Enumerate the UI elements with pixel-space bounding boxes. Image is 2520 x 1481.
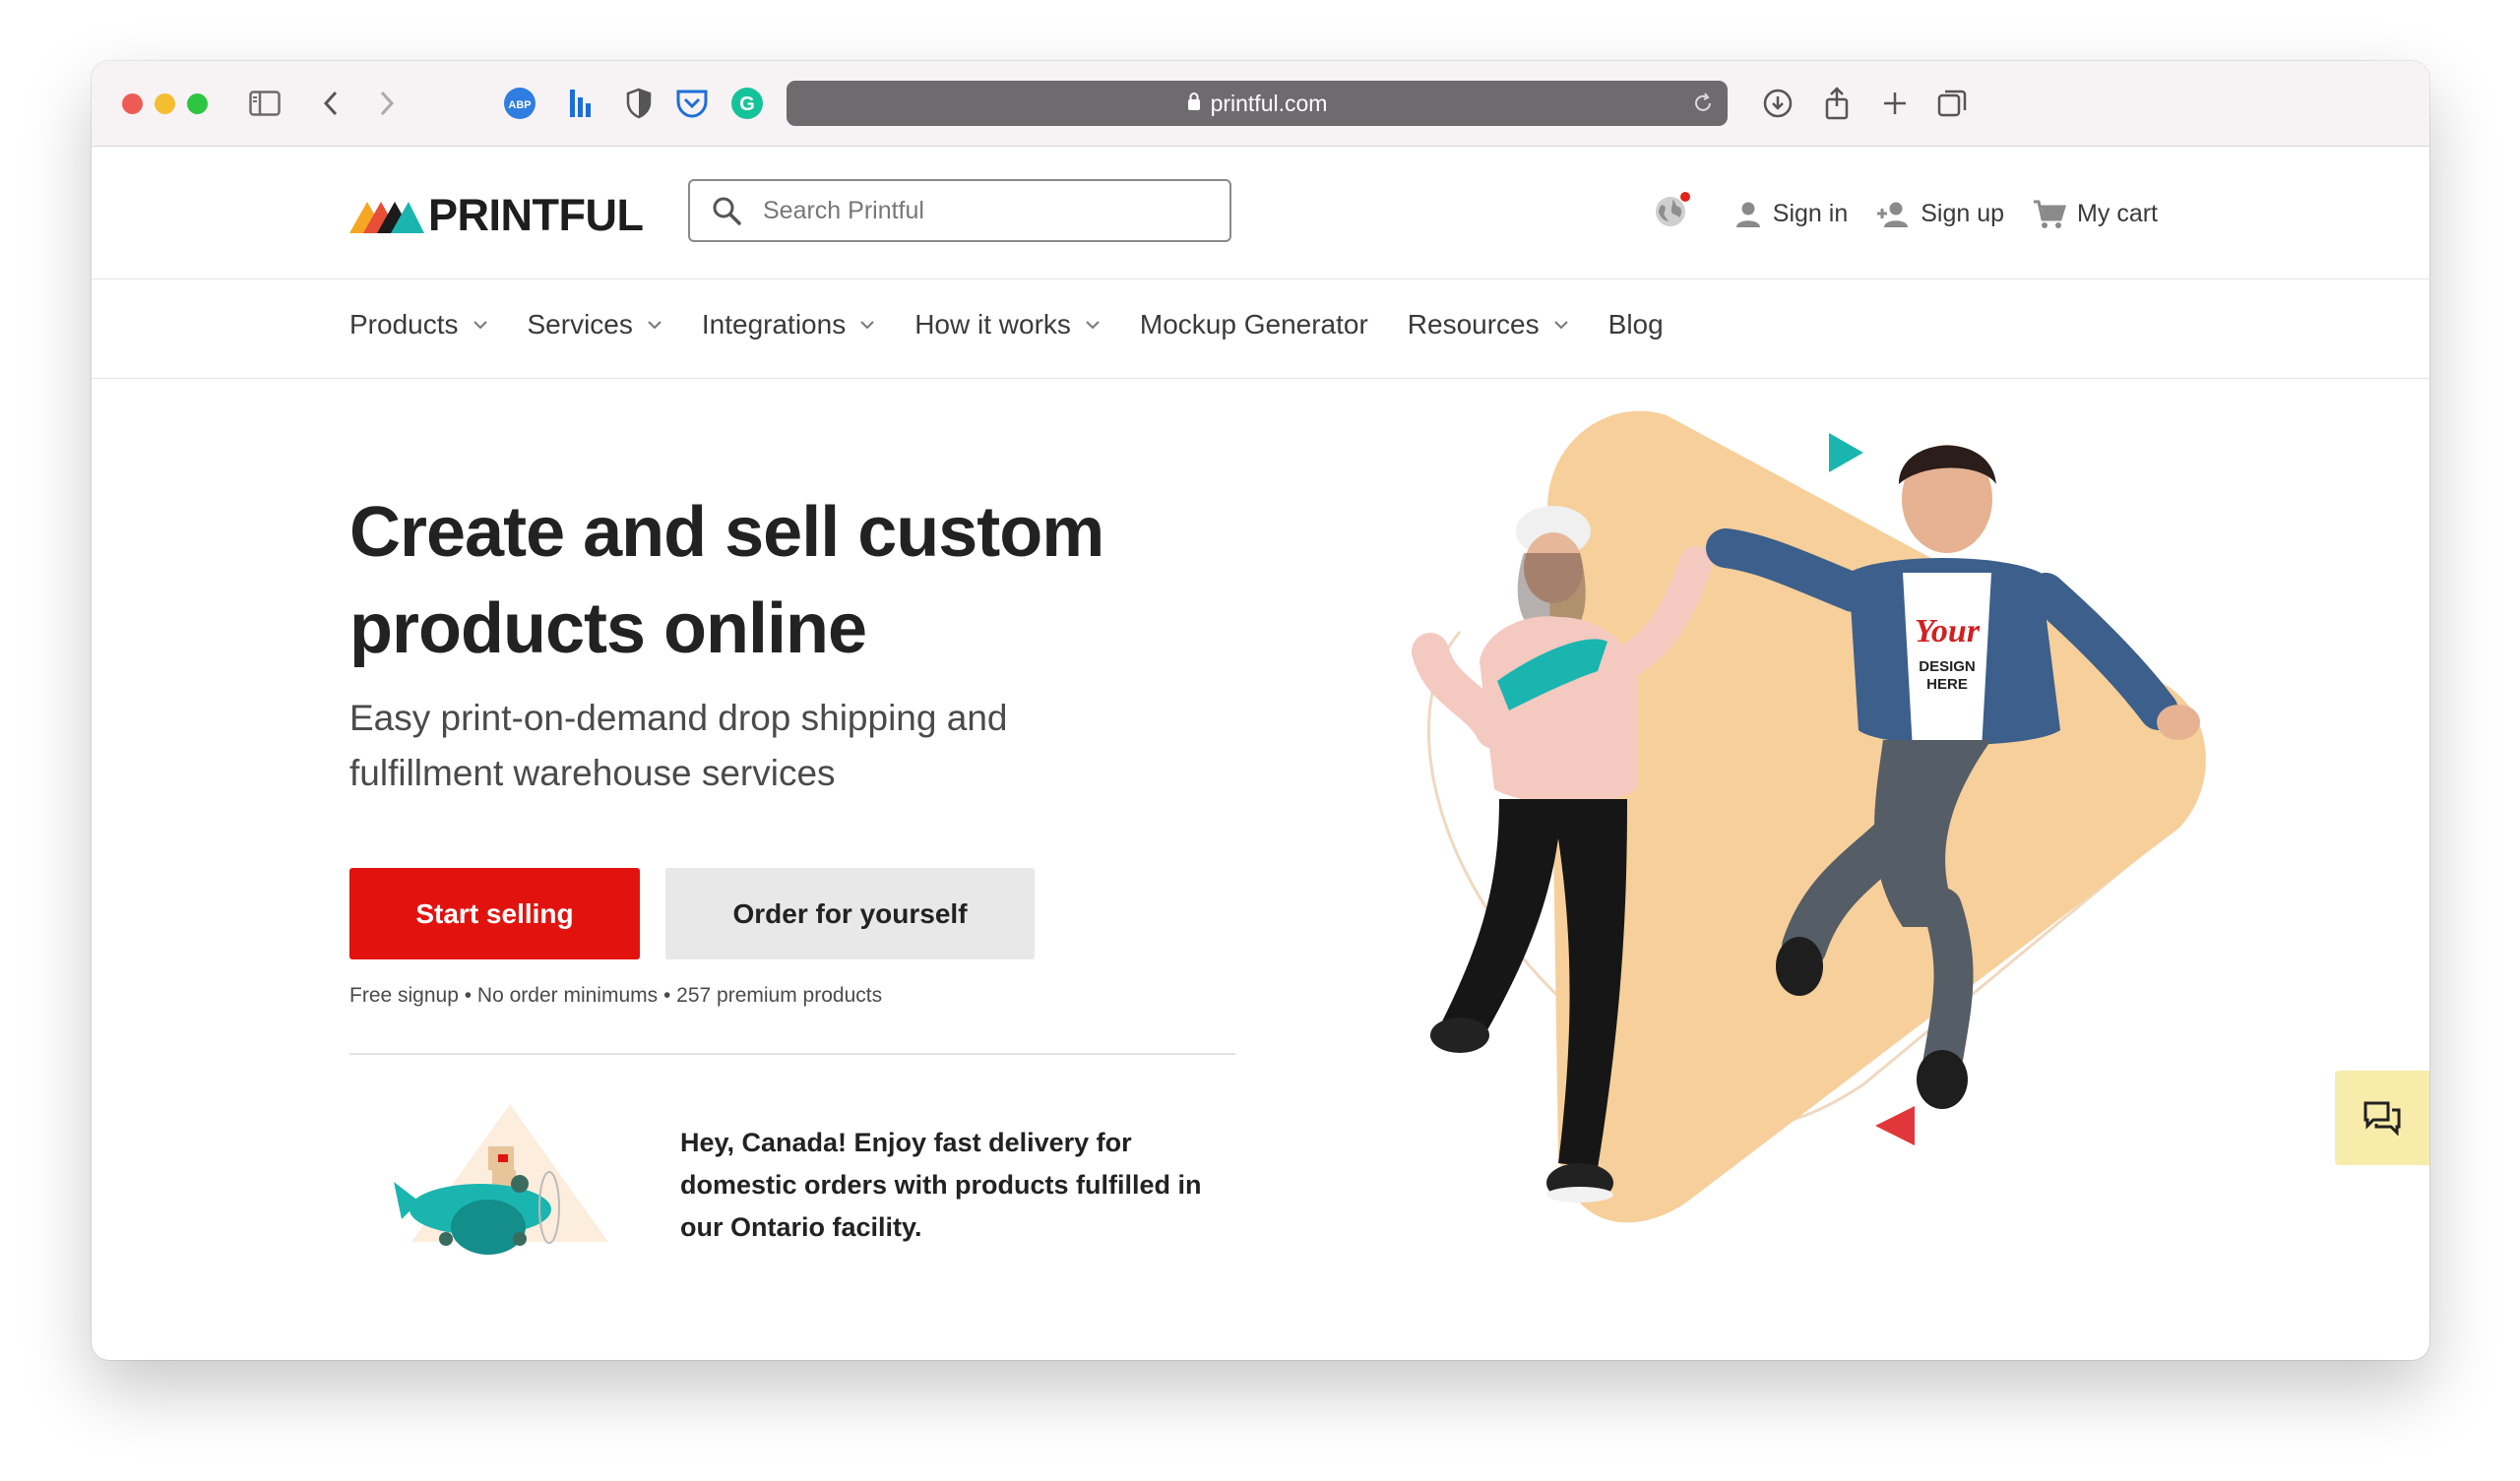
nav-item-label: Resources xyxy=(1407,309,1540,339)
header-actions: Sign in Sign up My cart xyxy=(1653,192,2158,234)
airplane-illustration xyxy=(372,1099,608,1276)
nav-item-services[interactable]: Services xyxy=(528,309,662,340)
logo-text: PRINTFUL xyxy=(428,190,644,240)
add-user-icon xyxy=(1877,202,1909,227)
nav-item-integrations[interactable]: Integrations xyxy=(702,309,875,340)
teal-play-icon xyxy=(1829,433,1863,472)
nav-item-how-it-works[interactable]: How it works xyxy=(914,309,1101,340)
chevron-down-icon xyxy=(472,320,488,330)
nav-item-mockup-generator[interactable]: Mockup Generator xyxy=(1140,309,1368,340)
chevron-down-icon xyxy=(647,320,662,330)
search-input[interactable] xyxy=(761,195,1198,226)
divider xyxy=(349,1053,1235,1055)
sign-up-link[interactable]: Sign up xyxy=(1875,200,2004,229)
sign-in-label: Sign in xyxy=(1772,200,1849,227)
user-icon xyxy=(1735,202,1760,227)
adblock-plus-icon[interactable]: ABP xyxy=(499,83,540,124)
printful-logo[interactable]: PRINTFUL xyxy=(349,190,644,241)
back-icon[interactable] xyxy=(310,83,351,124)
cart-icon xyxy=(2034,200,2067,228)
chevron-down-icon xyxy=(1085,320,1101,330)
address-bar[interactable]: printful.com xyxy=(787,81,1728,126)
svg-text:ABP: ABP xyxy=(508,99,531,111)
browser-toolbar: ABP G printful.com xyxy=(92,61,2429,147)
downloads-icon[interactable] xyxy=(1757,83,1798,124)
new-tab-icon[interactable] xyxy=(1874,83,1916,124)
chat-icon xyxy=(2363,1101,2401,1136)
pocket-icon[interactable] xyxy=(671,83,713,124)
sign-up-label: Sign up xyxy=(1921,200,2005,227)
privacy-shield-icon[interactable] xyxy=(618,83,660,124)
nav-item-label: Products xyxy=(349,309,459,339)
nav-items: Products Services Integrations How it works… xyxy=(349,309,1703,340)
red-triangle-icon xyxy=(1875,1106,1915,1145)
forward-icon[interactable] xyxy=(366,83,408,124)
share-icon[interactable] xyxy=(1816,83,1858,124)
grammarly-icon[interactable]: G xyxy=(726,83,768,124)
hero-subtitle: Easy print-on-demand drop shipping and f… xyxy=(349,698,1008,793)
cart-label: My cart xyxy=(2077,200,2158,227)
browser-window: ABP G printful.com PRINTFUL Search Print… xyxy=(92,61,2429,1360)
chat-button[interactable] xyxy=(2335,1071,2429,1165)
chevron-down-icon xyxy=(859,320,875,330)
sidebar-toggle-icon[interactable] xyxy=(244,83,285,124)
order-for-yourself-button[interactable]: Order for yourself xyxy=(665,868,1035,959)
globe-icon[interactable] xyxy=(1653,192,1690,234)
minimize-window-button[interactable] xyxy=(155,93,175,114)
search-icon xyxy=(712,196,741,225)
tab-overview-icon[interactable] xyxy=(1931,83,1973,124)
nav-item-resources[interactable]: Resources xyxy=(1408,309,1569,340)
notification-dot xyxy=(1679,192,1690,202)
hero-title: Create and sell custom products online xyxy=(349,493,1104,668)
nav-item-products[interactable]: Products xyxy=(349,309,488,340)
search-box[interactable] xyxy=(688,179,1231,242)
nav-item-label: Services xyxy=(527,309,633,339)
url-text: printful.com xyxy=(1210,90,1328,116)
canada-promo-text: Hey, Canada! Enjoy fast delivery for dom… xyxy=(680,1128,1202,1242)
nav-item-label: Blog xyxy=(1607,309,1664,339)
nav-item-label: Mockup Generator xyxy=(1139,309,1368,339)
site-header: PRINTFUL Sign in Sign up My ca xyxy=(92,147,2429,279)
hero-image: Your DESIGN HERE xyxy=(1312,376,2297,1345)
nav-item-label: Integrations xyxy=(701,309,847,339)
tshirt-print-here: HERE xyxy=(1926,676,1968,693)
nav-item-blog[interactable]: Blog xyxy=(1608,309,1664,340)
svg-text:G: G xyxy=(739,93,755,115)
perks-text: Free signup • No order minimums • 257 pr… xyxy=(349,984,883,1007)
tshirt-print-your: Your xyxy=(1915,613,1981,649)
reload-icon[interactable] xyxy=(1692,93,1714,120)
start-selling-button[interactable]: Start selling xyxy=(349,868,640,959)
tshirt-print-design: DESIGN xyxy=(1919,658,1976,675)
nav-item-label: How it works xyxy=(914,309,1071,339)
sign-in-link[interactable]: Sign in xyxy=(1733,200,1848,229)
close-window-button[interactable] xyxy=(122,93,143,114)
bitwarden-icon[interactable] xyxy=(559,83,600,124)
maximize-window-button[interactable] xyxy=(187,93,208,114)
printful-logo-icon xyxy=(349,202,424,233)
cart-link[interactable]: My cart xyxy=(2032,199,2158,230)
main-nav: Products Services Integrations How it works… xyxy=(92,279,2429,379)
lock-icon xyxy=(1187,91,1201,117)
chevron-down-icon xyxy=(1553,320,1569,330)
